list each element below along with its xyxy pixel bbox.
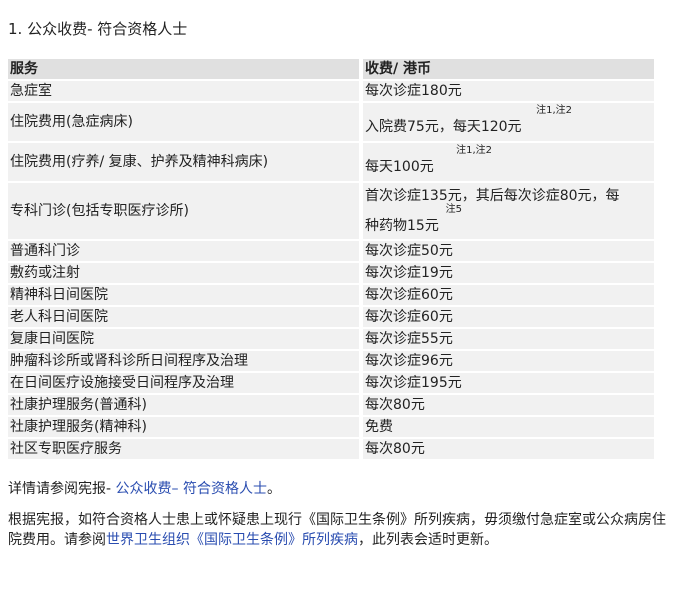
table-row: 敷药或注射 每次诊症19元 (8, 263, 654, 283)
fee-cell: 每次诊症19元 (363, 263, 654, 283)
table-row: 老人科日间医院 每次诊症60元 (8, 307, 654, 327)
table-header-row: 服务 收费/ 港币 (8, 59, 654, 79)
service-cell: 急症室 (8, 81, 363, 101)
table-row: 住院费用(疗养/ 复康、护养及精神科病床) 注1,注2 每天100元 (8, 143, 654, 181)
fee-text-line1: 首次诊症135元，其后每次诊症80元，每 (365, 188, 620, 204)
fee-cell: 每次诊症50元 (363, 241, 654, 261)
table-row: 专科门诊(包括专职医疗诊所) 首次诊症135元，其后每次诊症80元，每 注5 种… (8, 183, 654, 239)
table-row: 社区专职医疗服务 每次80元 (8, 439, 654, 459)
service-cell: 在日间医疗设施接受日间程序及治理 (8, 373, 363, 393)
service-cell: 住院费用(疗养/ 复康、护养及精神科病床) (8, 143, 363, 181)
fee-cell: 首次诊症135元，其后每次诊症80元，每 注5 种药物15元 (363, 183, 654, 239)
fee-cell: 每次80元 (363, 439, 654, 459)
table-row: 住院费用(急症病床) 注1,注2 入院费75元，每天120元 (8, 103, 654, 141)
service-cell: 普通科门诊 (8, 241, 363, 261)
fee-text-line2: 种药物15元 (365, 218, 439, 234)
table-row: 社康护理服务(普通科) 每次80元 (8, 395, 654, 415)
fee-cell: 每次诊症60元 (363, 307, 654, 327)
section-heading: 1. 公众收费- 符合资格人士 (8, 20, 188, 38)
table-row: 肿瘤科诊所或肾科诊所日间程序及治理 每次诊症96元 (8, 351, 654, 371)
header-fee: 收费/ 港币 (363, 59, 654, 79)
service-cell: 复康日间医院 (8, 329, 363, 349)
detail-prefix: 详情请参阅宪报- (8, 481, 116, 497)
service-cell: 敷药或注射 (8, 263, 363, 283)
detail-suffix: 。 (266, 481, 281, 497)
service-cell: 住院费用(急症病床) (8, 103, 363, 141)
fee-note: 注1,注2 (536, 105, 572, 116)
service-cell: 社康护理服务(普通科) (8, 395, 363, 415)
page: 1. 公众收费- 符合资格人士 服务 收费/ 港币 急症室 每次诊症180元 住… (0, 0, 690, 594)
header-service: 服务 (8, 59, 363, 79)
fee-cell: 每次诊症195元 (363, 373, 654, 393)
table-row: 复康日间医院 每次诊症55元 (8, 329, 654, 349)
service-cell: 专科门诊(包括专职医疗诊所) (8, 183, 363, 239)
fee-text: 每天100元 (365, 159, 434, 175)
table-row: 急症室 每次诊症180元 (8, 81, 654, 101)
fee-note: 注1,注2 (456, 145, 492, 156)
who-ihr-link[interactable]: 世界卫生组织《国际卫生条例》所列疾病 (106, 532, 358, 548)
fee-cell: 每次诊症96元 (363, 351, 654, 371)
service-cell: 老人科日间医院 (8, 307, 363, 327)
fee-cell: 每次80元 (363, 395, 654, 415)
fee-text: 入院费75元，每天120元 (365, 119, 522, 135)
table-row: 普通科门诊 每次诊症50元 (8, 241, 654, 261)
table-row: 在日间医疗设施接受日间程序及治理 每次诊症195元 (8, 373, 654, 393)
detail-line: 详情请参阅宪报- 公众收费– 符合资格人士。 (8, 478, 281, 498)
service-cell: 社区专职医疗服务 (8, 439, 363, 459)
service-cell: 肿瘤科诊所或肾科诊所日间程序及治理 (8, 351, 363, 371)
fee-cell: 注1,注2 每天100元 (363, 143, 654, 181)
fee-cell: 每次诊症55元 (363, 329, 654, 349)
service-cell: 社康护理服务(精神科) (8, 417, 363, 437)
notice-text-2: ，此列表会适时更新。 (358, 532, 498, 548)
fee-table: 服务 收费/ 港币 急症室 每次诊症180元 住院费用(急症病床) 注1,注2 … (8, 57, 654, 461)
fee-cell: 每次诊症180元 (363, 81, 654, 101)
table-row: 社康护理服务(精神科) 免费 (8, 417, 654, 437)
fee-cell: 免费 (363, 417, 654, 437)
gazette-link[interactable]: 公众收费– 符合资格人士 (116, 481, 267, 497)
notice-paragraph: 根据宪报，如符合资格人士患上或怀疑患上现行《国际卫生条例》所列疾病，毋须缴付急症… (8, 510, 678, 550)
fee-cell: 每次诊症60元 (363, 285, 654, 305)
fee-cell: 注1,注2 入院费75元，每天120元 (363, 103, 654, 141)
table-row: 精神科日间医院 每次诊症60元 (8, 285, 654, 305)
service-cell: 精神科日间医院 (8, 285, 363, 305)
